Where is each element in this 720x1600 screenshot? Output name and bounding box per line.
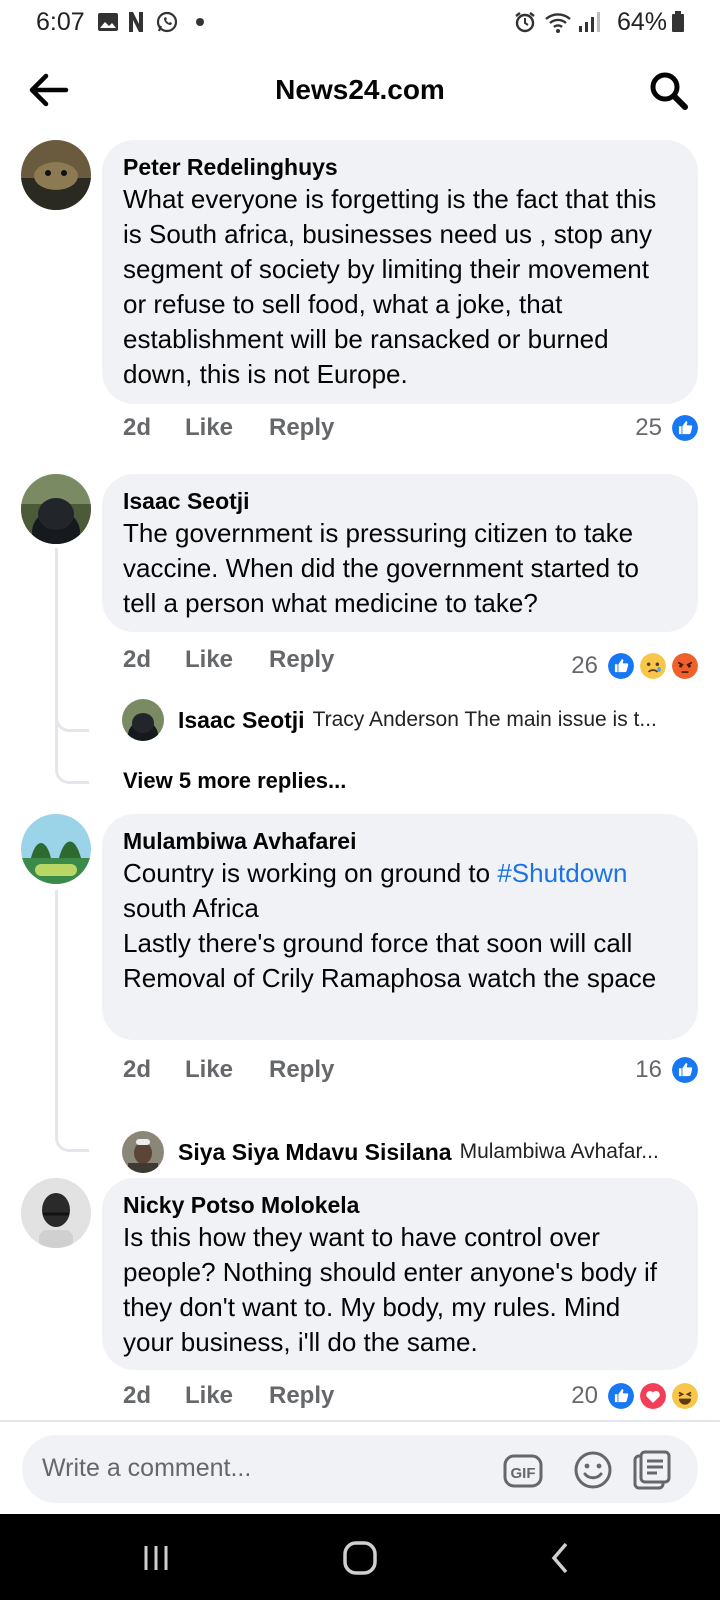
wifi-icon xyxy=(545,13,571,33)
comment-bubble: Isaac Seotji The government is pressurin… xyxy=(102,474,698,632)
reaction-count: 25 xyxy=(635,414,662,441)
hashtag-link[interactable]: #Shutdown xyxy=(497,858,627,888)
netflix-icon xyxy=(129,12,143,32)
home-icon[interactable] xyxy=(340,1538,380,1578)
like-reaction-icon xyxy=(670,413,700,443)
avatar[interactable] xyxy=(21,140,91,210)
status-bar: 6:07 64% xyxy=(0,0,720,46)
reply-button[interactable]: Reply xyxy=(269,1382,334,1410)
avatar[interactable] xyxy=(21,1178,91,1248)
view-more-replies-link[interactable]: View 5 more replies... xyxy=(123,768,346,794)
comment-text: The government is pressuring citizen to … xyxy=(123,518,639,618)
comment-text: What everyone is forgetting is the fact … xyxy=(123,184,657,389)
comment-time: 2d xyxy=(123,646,152,673)
signal-icon xyxy=(579,12,600,32)
reactions-summary[interactable]: 26 xyxy=(571,648,700,684)
comment-actions: 2d Like Reply xyxy=(123,414,703,450)
svg-text:GIF: GIF xyxy=(511,1465,536,1482)
notification-dot-icon xyxy=(196,18,204,26)
angry-reaction-icon xyxy=(670,651,700,681)
comment-bubble: Peter Redelinghuys What everyone is forg… xyxy=(102,140,698,404)
like-reaction-icon xyxy=(606,1381,636,1411)
like-reaction-icon xyxy=(606,651,636,681)
reply-button[interactable]: Reply xyxy=(269,646,334,674)
sad-reaction-icon xyxy=(638,651,668,681)
reply-text: Tracy Anderson The main issue is t... xyxy=(312,708,657,731)
comment-time: 2d xyxy=(123,1382,152,1409)
comment-text: Is this how they want to have control ov… xyxy=(123,1222,658,1357)
reply-author: Siya Siya Mdavu Sisilana xyxy=(178,1138,452,1165)
like-button[interactable]: Like xyxy=(185,414,233,442)
sticker-icon[interactable] xyxy=(630,1449,672,1491)
like-reaction-icon xyxy=(670,1055,700,1085)
status-time: 6:07 xyxy=(36,8,85,36)
page-title: News24.com xyxy=(275,74,445,105)
battery-icon xyxy=(672,11,684,32)
reply-text: Mulambiwa Avhafar... xyxy=(459,1140,659,1163)
comment-text-start: Country is working on ground to xyxy=(123,858,498,888)
comment-composer-bar: Write a comment... GIF xyxy=(0,1420,720,1512)
comment-actions: 2d Like Reply xyxy=(123,1056,703,1092)
comment-author[interactable]: Nicky Potso Molokela xyxy=(123,1190,678,1220)
alarm-icon xyxy=(515,12,535,33)
app-header: News24.com xyxy=(0,56,720,126)
emoji-icon[interactable] xyxy=(572,1449,614,1491)
thread-line xyxy=(55,890,89,1152)
nav-back-icon[interactable] xyxy=(542,1540,578,1576)
reaction-count: 20 xyxy=(571,1382,598,1409)
search-icon[interactable] xyxy=(648,70,690,112)
love-reaction-icon xyxy=(638,1381,668,1411)
comment-author[interactable]: Peter Redelinghuys xyxy=(123,152,678,182)
avatar[interactable] xyxy=(21,474,91,544)
comment-input[interactable]: Write a comment... GIF xyxy=(22,1435,698,1503)
reply-avatar[interactable] xyxy=(122,1131,164,1173)
battery-percentage: 64% xyxy=(617,8,668,36)
comment-time: 2d xyxy=(123,414,152,441)
avatar[interactable] xyxy=(21,814,91,884)
gif-icon[interactable]: GIF xyxy=(502,1449,544,1491)
reply-preview[interactable]: Isaac Seotji Tracy Anderson The main iss… xyxy=(122,698,657,742)
comment-bubble: Mulambiwa Avhafarei Country is working o… xyxy=(102,814,698,1040)
reply-author: Isaac Seotji xyxy=(178,706,305,733)
reactions-summary[interactable]: 16 xyxy=(635,1052,700,1088)
thread-line xyxy=(55,600,89,784)
haha-reaction-icon xyxy=(670,1381,700,1411)
system-navigation-bar xyxy=(0,1514,720,1600)
comment-time: 2d xyxy=(123,1056,152,1083)
reactions-summary[interactable]: 20 xyxy=(571,1378,700,1414)
recents-icon[interactable] xyxy=(138,1540,174,1576)
comment-author[interactable]: Isaac Seotji xyxy=(123,486,678,516)
comment-text-end: south Africa Lastly there's ground force… xyxy=(123,893,657,993)
comment-author[interactable]: Mulambiwa Avhafarei xyxy=(123,826,678,856)
comment-input-placeholder: Write a comment... xyxy=(42,1454,252,1482)
reply-avatar[interactable] xyxy=(122,699,164,741)
whatsapp-icon xyxy=(156,11,178,33)
image-icon xyxy=(98,13,118,31)
reaction-count: 16 xyxy=(635,1056,662,1083)
reply-button[interactable]: Reply xyxy=(269,1056,334,1084)
like-button[interactable]: Like xyxy=(185,1382,233,1410)
reaction-count: 26 xyxy=(571,652,598,679)
reply-preview[interactable]: Siya Siya Mdavu Sisilana Mulambiwa Avhaf… xyxy=(122,1130,659,1174)
like-button[interactable]: Like xyxy=(185,1056,233,1084)
reply-button[interactable]: Reply xyxy=(269,414,334,442)
like-button[interactable]: Like xyxy=(185,646,233,674)
comment-text: Country is working on ground to #Shutdow… xyxy=(123,856,678,996)
reactions-summary[interactable]: 25 xyxy=(635,410,700,446)
comment-bubble: Nicky Potso Molokela Is this how they wa… xyxy=(102,1178,698,1370)
